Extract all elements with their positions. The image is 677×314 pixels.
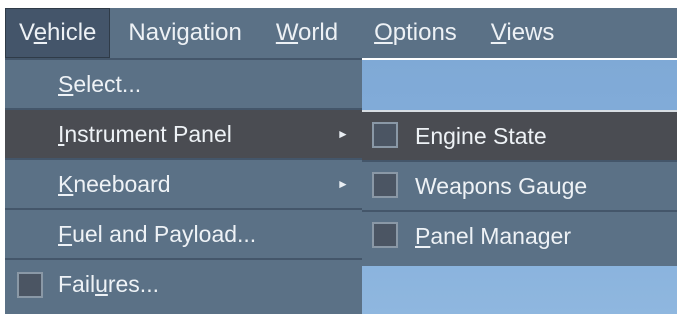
menu-item-fuel-and-payload-label: Fuel and Payload... [58,220,257,247]
menu-item-failures-label: Failures... [58,270,159,297]
menu-bar: Vehicle Navigation World Options Views [5,8,677,58]
submenu-item-weapons-gauge[interactable]: Weapons Gauge [362,160,677,210]
left-border [0,0,5,314]
menu-item-kneeboard[interactable]: Kneeboard ► [5,158,362,208]
failures-checkbox[interactable] [17,272,43,298]
menu-item-select[interactable]: Select... [5,58,362,108]
menu-item-kneeboard-label: Kneeboard [58,170,171,197]
submenu-arrow-icon: ► [337,177,349,191]
menu-vehicle[interactable]: Vehicle [5,8,111,58]
vehicle-dropdown: Select... Instrument Panel ► Kneeboard ►… [5,58,362,314]
submenu-item-engine-state[interactable]: Engine State [362,110,677,160]
panel-manager-checkbox[interactable] [372,222,398,248]
menu-navigation[interactable]: Navigation [110,8,255,58]
top-border [0,0,677,8]
engine-state-checkbox[interactable] [372,122,398,148]
menu-world[interactable]: World [256,8,352,58]
menu-options-label: Options [374,19,457,46]
menu-views-label: Views [490,19,555,46]
menu-item-select-label: Select... [58,70,142,97]
menu-world-label: World [275,19,339,46]
menu-vehicle-label: Vehicle [19,19,97,46]
menu-item-instrument-panel-label: Instrument Panel [58,120,232,147]
menu-views[interactable]: Views [471,8,569,58]
submenu-item-engine-state-label: Engine State [415,122,547,149]
submenu-arrow-icon: ► [337,127,349,141]
menu-options[interactable]: Options [352,8,471,58]
submenu-item-weapons-gauge-label: Weapons Gauge [415,172,588,199]
menu-navigation-label: Navigation [128,19,242,46]
menu-item-instrument-panel[interactable]: Instrument Panel ► [5,108,362,158]
submenu-item-panel-manager-label: Panel Manager [415,222,571,249]
instrument-panel-submenu: Engine State Weapons Gauge Panel Manager [362,110,677,266]
weapons-gauge-checkbox[interactable] [372,172,398,198]
submenu-item-panel-manager[interactable]: Panel Manager [362,210,677,260]
menu-item-failures[interactable]: Failures... [5,258,362,308]
menu-item-fuel-and-payload[interactable]: Fuel and Payload... [5,208,362,258]
